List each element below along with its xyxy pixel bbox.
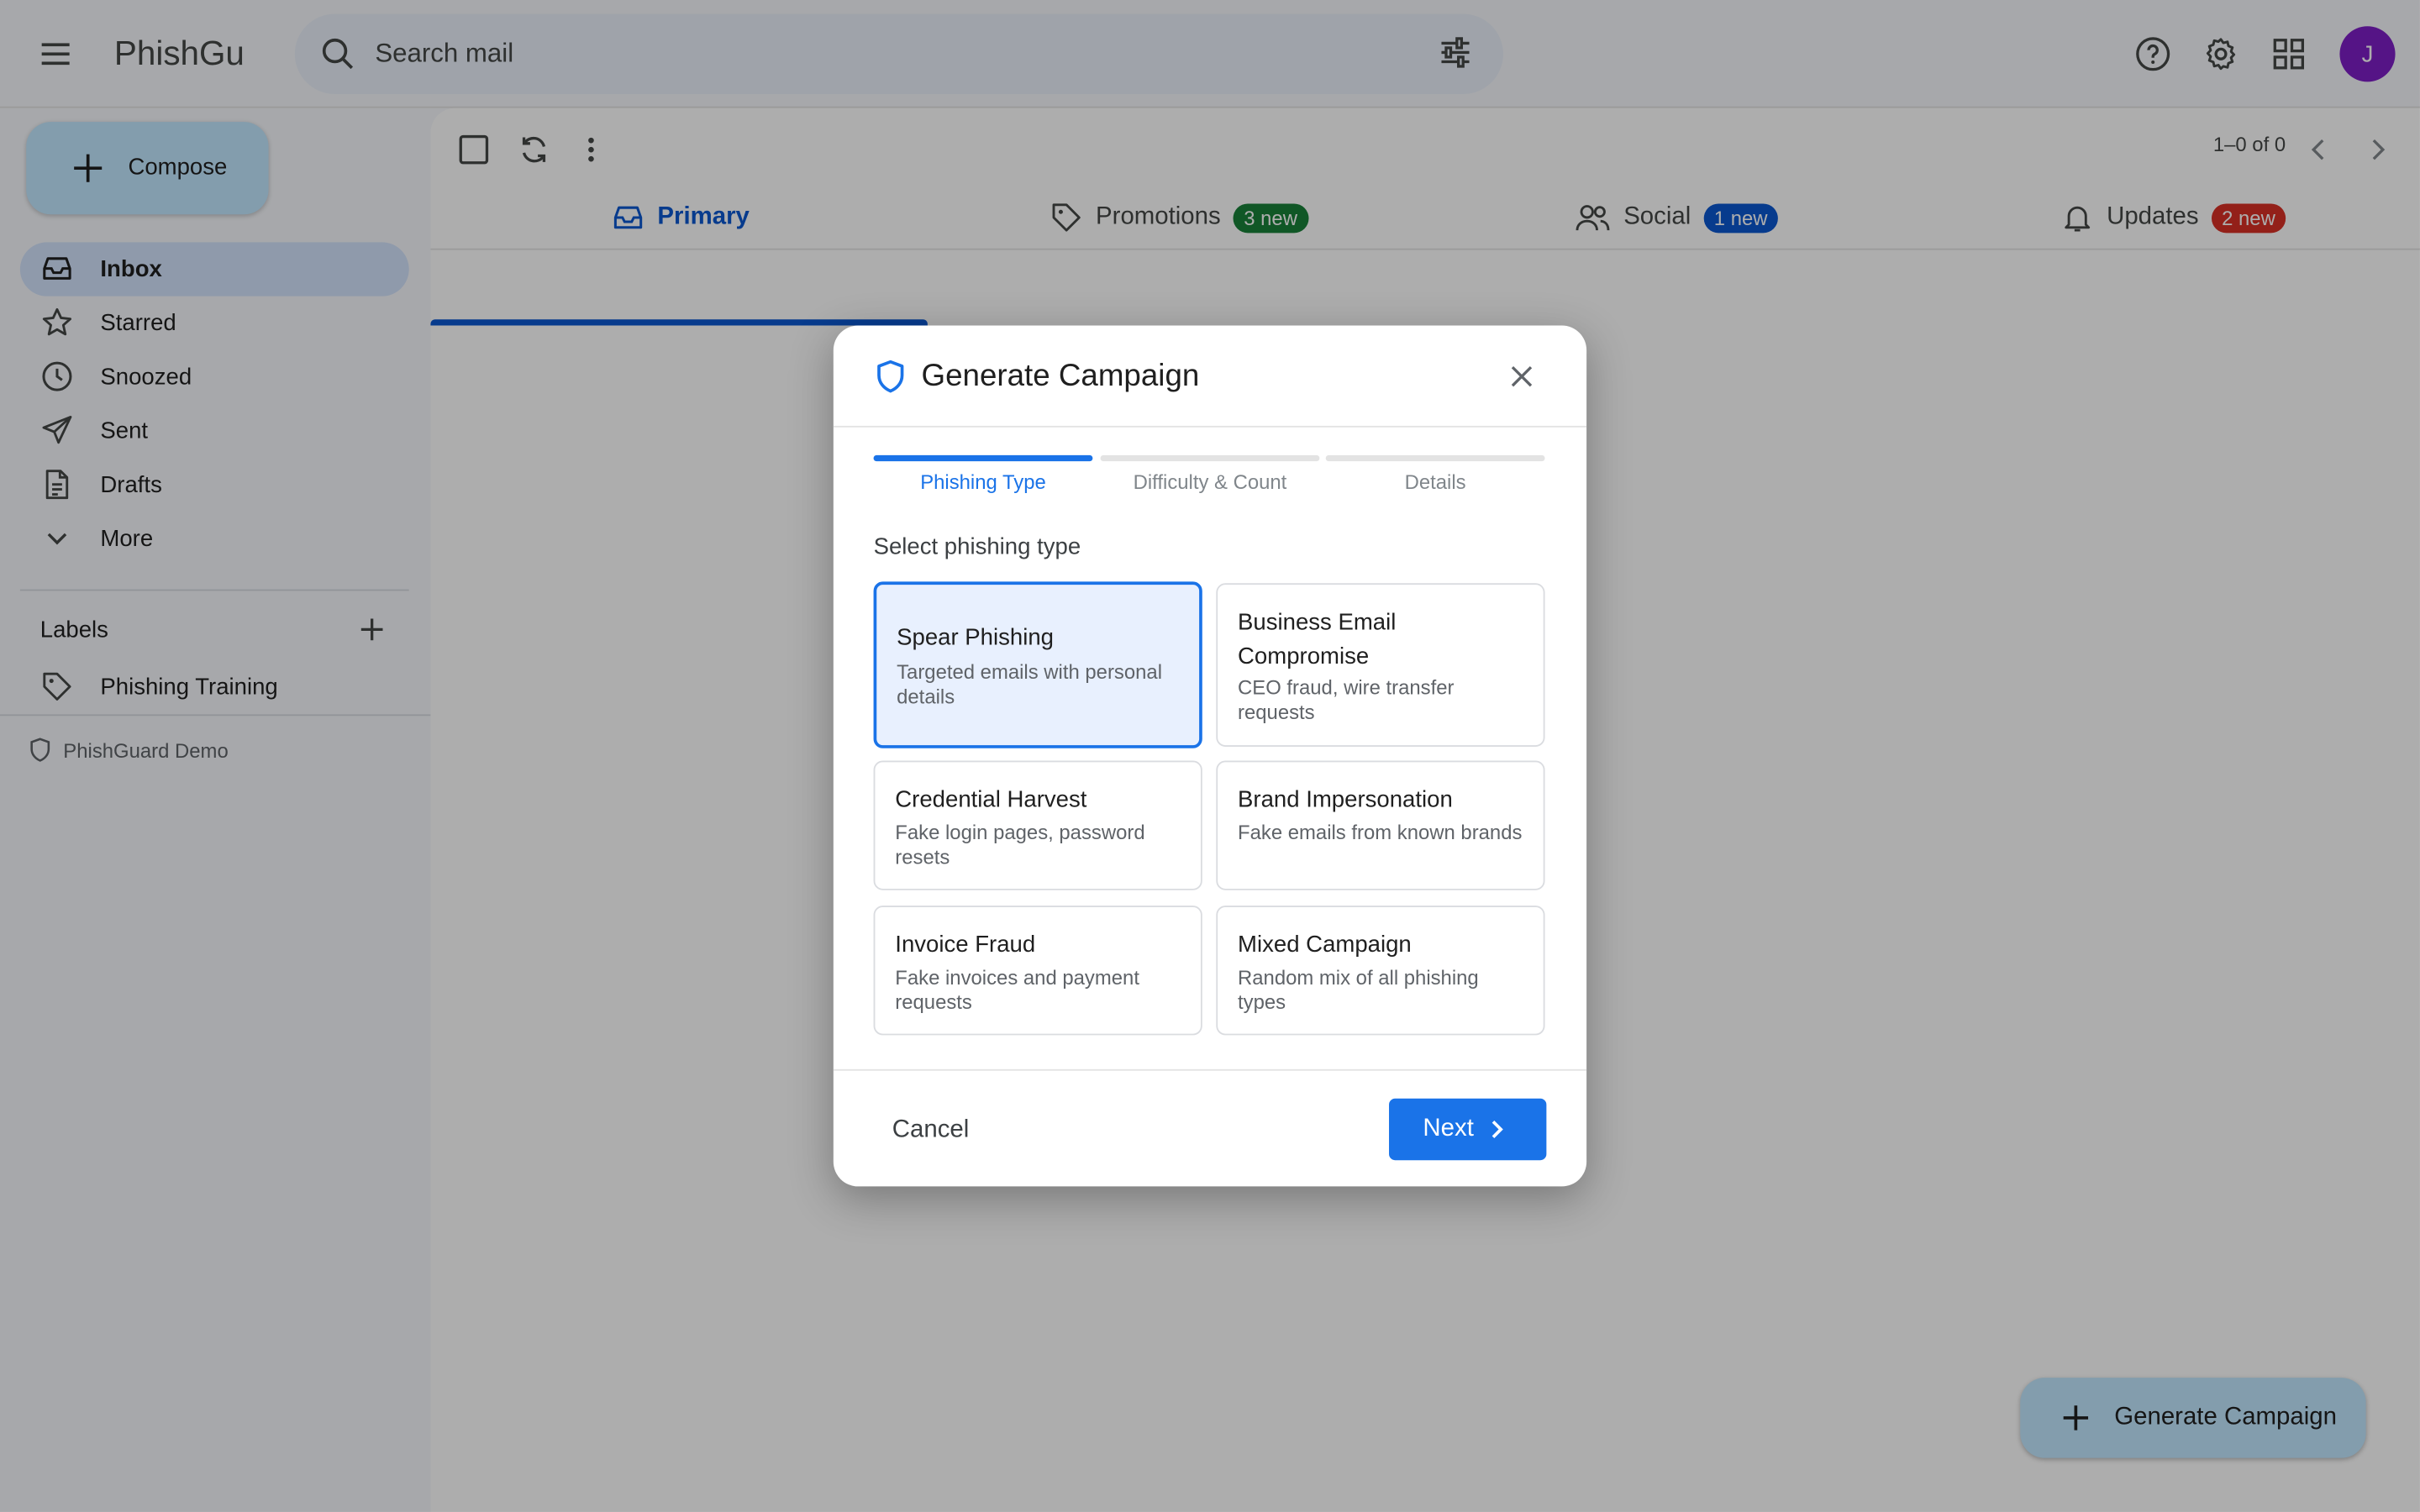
option-description: Targeted emails with personal details	[897, 660, 1163, 709]
option-description: CEO fraud, wire transfer requests	[1238, 675, 1455, 724]
option-title: Mixed Campaign	[1238, 932, 1412, 958]
step-progress-bar	[873, 454, 1093, 462]
option-title: Brand Impersonation	[1238, 786, 1453, 813]
option-credential-harvest[interactable]: Credential Harvest Fake login pages, pas…	[873, 760, 1202, 890]
step-details: Details	[1404, 470, 1466, 494]
option-brand-impersonation[interactable]: Brand Impersonation Fake emails from kno…	[1216, 760, 1545, 890]
option-mixed-campaign[interactable]: Mixed Campaign Random mix of all phishin…	[1216, 906, 1545, 1036]
shield-icon	[877, 360, 904, 393]
chevron-right-icon	[1491, 1120, 1503, 1138]
option-title: Business Email Compromise	[1238, 609, 1397, 670]
option-description: Random mix of all phishing types	[1238, 965, 1479, 1014]
step-progress-bar	[1325, 454, 1545, 462]
close-icon	[1511, 365, 1533, 387]
option-title: Spear Phishing	[897, 624, 1054, 652]
next-label: Next	[1423, 1115, 1474, 1142]
option-description: Fake login pages, password resets	[895, 821, 1145, 869]
dialog-title: Generate Campaign	[921, 359, 1200, 394]
next-button[interactable]: Next	[1389, 1098, 1547, 1161]
cancel-button[interactable]: Cancel	[874, 1101, 988, 1160]
close-button[interactable]	[1503, 358, 1540, 395]
option-title: Invoice Fraud	[895, 932, 1036, 958]
app-root: PhishGu J Compose Inbox Starred	[0, 0, 2420, 1512]
dialog-header: Generate Campaign	[833, 326, 1587, 428]
dialog-footer-divider	[833, 1068, 1587, 1071]
option-title: Credential Harvest	[895, 786, 1087, 813]
option-business-email-compromise[interactable]: Business Email Compromise CEO fraud, wir…	[1216, 583, 1545, 747]
step-difficulty-count: Difficulty & Count	[1133, 470, 1287, 494]
option-description: Fake invoices and payment requests	[895, 965, 1139, 1014]
generate-campaign-dialog: Generate Campaign Phishing Type Difficul…	[833, 325, 1587, 1187]
step-progress-bar	[1100, 454, 1320, 462]
step-phishing-type: Phishing Type	[920, 470, 1046, 494]
option-description: Fake emails from known brands	[1238, 821, 1523, 844]
section-label: Select phishing type	[873, 533, 1081, 560]
option-spear-phishing[interactable]: Spear Phishing Targeted emails with pers…	[873, 581, 1202, 748]
option-invoice-fraud[interactable]: Invoice Fraud Fake invoices and payment …	[873, 906, 1202, 1036]
